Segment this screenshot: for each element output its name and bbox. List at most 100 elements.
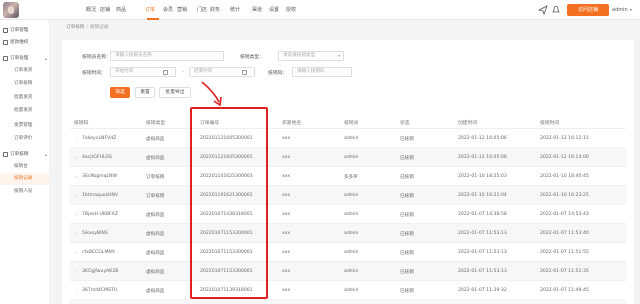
nav-item[interactable]: 门店 bbox=[197, 6, 207, 13]
visit-store-button[interactable]: 访问店铺 bbox=[567, 4, 609, 16]
sidebar-item[interactable]: 订单管理 bbox=[0, 25, 50, 37]
nav-item[interactable]: 财务 bbox=[210, 6, 220, 13]
table-cell: xxx bbox=[282, 269, 291, 274]
table-cell: 虚拟商品 bbox=[146, 232, 165, 237]
table-cell: xxx bbox=[282, 155, 291, 160]
process-icon bbox=[3, 56, 8, 61]
top-navigation-bar: 概况 店铺 商品 订单 会员 营销 门店 财务 统计 渠道 设置 授权 访问店铺 admin ▾ bbox=[0, 0, 640, 20]
expand-row-icon[interactable]: › bbox=[76, 231, 78, 236]
table-row[interactable]: › 4acjtGFHLOS 虚拟商品 202201121605300001 xxx adm… bbox=[70, 148, 626, 167]
table-row[interactable]: › 367ctd4CMSTU 虚拟商品 202201071139318001 xxx ad… bbox=[70, 281, 626, 300]
breadcrumb-separator: / bbox=[86, 25, 88, 30]
nav-item[interactable]: 概况 bbox=[86, 6, 96, 13]
nav-item[interactable]: 商品 bbox=[116, 6, 126, 13]
table-cell: 2022-01-07 11:53:13 bbox=[458, 250, 507, 255]
sidebar-item-label: 订单处理 bbox=[10, 56, 29, 61]
table-cell: 2022-01-07 11:53:13 bbox=[458, 269, 507, 274]
table-row[interactable]: › cfxBCCGLMNV 虚拟商品 202201071153300001 xxx adm… bbox=[70, 243, 626, 262]
table-cell: 2022-01-07 11:51:35 bbox=[540, 269, 589, 274]
expand-row-icon[interactable]: › bbox=[76, 269, 78, 274]
table-cell: 7BjezH UKBFXZ bbox=[82, 212, 118, 217]
table-cell: xxx bbox=[282, 288, 291, 293]
sidebar-item[interactable]: 订单核销 bbox=[0, 78, 50, 90]
sidebar-item-label: 订单核销 bbox=[10, 152, 29, 157]
expand-row-icon[interactable]: › bbox=[76, 288, 78, 293]
breadcrumb-parent[interactable]: 订单核销 bbox=[66, 25, 84, 30]
sidebar-item-label: 发票管理 bbox=[14, 123, 33, 128]
table-cell: 已核销 bbox=[400, 137, 414, 142]
sidebar-item[interactable]: 批量发货 bbox=[0, 92, 50, 104]
nav-item[interactable]: 统计 bbox=[230, 6, 240, 13]
calendar-icon bbox=[163, 70, 168, 75]
sidebar-item[interactable]: 订单核销 ▴ bbox=[0, 149, 50, 161]
table-row[interactable]: › 7akoyvLNFVdZ 虚拟商品 202201121605300001 xxx ad… bbox=[70, 129, 626, 148]
table-row[interactable]: › 7BjezH UKBFXZ 虚拟商品 202201071438318001 xxx a… bbox=[70, 205, 626, 224]
user-menu[interactable]: admin bbox=[612, 7, 628, 13]
chevron-down-icon: ▾ bbox=[630, 7, 633, 12]
verifier-name-input[interactable]: 请输入核销员名称 bbox=[110, 51, 224, 61]
sidebar-item-label: 订单核销 bbox=[14, 81, 33, 86]
sidebar-item[interactable]: 发票管理 bbox=[0, 120, 50, 132]
sidebar-item[interactable]: 核销台 bbox=[0, 161, 50, 173]
table-row[interactable]: ›256defuZBFJS虚拟商品202201071139318001xxxad… bbox=[70, 300, 626, 304]
sidebar-item[interactable]: 订单评价 bbox=[0, 133, 50, 145]
table-cell: admin bbox=[344, 136, 359, 141]
filter-button[interactable]: 筛选 bbox=[110, 87, 130, 98]
nav-item[interactable]: 会员 bbox=[163, 6, 173, 13]
start-time-input[interactable]: 开始时间 bbox=[110, 67, 176, 77]
sidebar-item[interactable]: 核销记录 bbox=[0, 173, 50, 185]
send-icon[interactable] bbox=[538, 5, 548, 15]
table-cell: 订单核销 bbox=[146, 194, 165, 199]
table-cell: admin bbox=[344, 231, 359, 236]
table-row[interactable]: › 3Sc9bgmqLNW 订单核销 202201101625300003 xxx 多多罗… bbox=[70, 167, 626, 186]
nav-item[interactable]: 设置 bbox=[269, 6, 279, 13]
nav-item[interactable]: 授权 bbox=[286, 6, 296, 13]
sidebar-item[interactable]: 订单发货 bbox=[0, 65, 50, 77]
table-cell: 2022-01-07 11:53:40 bbox=[540, 231, 589, 236]
expand-row-icon[interactable]: › bbox=[76, 250, 78, 255]
nav-item[interactable]: 营销 bbox=[177, 6, 187, 13]
expand-row-icon[interactable]: › bbox=[76, 193, 78, 198]
table-row[interactable]: › 1btmaquozHNV 订单核销 202201101621300001 xxx ad… bbox=[70, 186, 626, 205]
nav-item[interactable]: 订单 bbox=[145, 6, 155, 13]
notification-icon[interactable] bbox=[551, 5, 561, 15]
table-cell: 2022-01-12 16:14:00 bbox=[540, 155, 589, 160]
batch-export-button[interactable]: 批量导出 bbox=[159, 87, 191, 98]
table-row[interactable]: › 5ikxoyBlNS 虚拟商品 202201071153300001 xxx admi… bbox=[70, 224, 626, 243]
column-header: 核销时间 bbox=[540, 121, 560, 126]
expand-row-icon[interactable]: › bbox=[76, 155, 78, 160]
calendar-icon bbox=[242, 70, 247, 75]
sidebar-item[interactable]: 退款维权 bbox=[0, 37, 50, 49]
chevron-up-icon: ▴ bbox=[44, 152, 47, 157]
sidebar-item[interactable]: 批量发货 bbox=[0, 105, 50, 117]
breadcrumb-current: 核销记录 bbox=[89, 25, 109, 30]
store-logo[interactable] bbox=[3, 2, 19, 18]
expand-row-icon[interactable]: › bbox=[76, 212, 78, 217]
verify-type-select[interactable]: 请选择核销类型 ▾ bbox=[278, 51, 344, 61]
expand-row-icon[interactable]: › bbox=[76, 136, 78, 141]
reset-button[interactable]: 重置 bbox=[135, 87, 155, 98]
nav-item[interactable]: 店铺 bbox=[100, 6, 110, 13]
sidebar-item[interactable]: 核销人员 bbox=[0, 186, 50, 198]
table-cell: 367ctd4CMSTU bbox=[82, 288, 118, 293]
sidebar-item-label: 退款维权 bbox=[10, 40, 29, 45]
table-cell: xxx bbox=[282, 174, 291, 179]
table-cell: 2022-01-07 11:49:45 bbox=[540, 288, 589, 293]
table-cell: xxx bbox=[282, 136, 291, 141]
table-header: 核销码 核销类型 订单编号 买家姓名 核销员 状态 创建时间 核销时间 bbox=[70, 115, 626, 129]
verify-code-input[interactable]: 请输入核销码 bbox=[292, 67, 352, 77]
table-cell: 已核销 bbox=[400, 213, 414, 218]
end-time-input[interactable]: 结束时间 bbox=[189, 67, 255, 77]
nav-item[interactable]: 渠道 bbox=[252, 6, 262, 13]
table-cell: 2022-01-12 16:12:15 bbox=[540, 136, 589, 141]
table-cell: 2022-01-10 18:40:45 bbox=[540, 174, 589, 179]
verify-code-label: 核销码： bbox=[268, 71, 288, 76]
verify-time-label: 核销时间： bbox=[82, 71, 106, 76]
table-cell: 已核销 bbox=[400, 251, 414, 256]
sidebar-item[interactable]: 订单处理 ▴ bbox=[0, 53, 50, 65]
column-header: 核销码 bbox=[74, 121, 89, 126]
expand-row-icon[interactable]: › bbox=[76, 174, 78, 179]
column-header: 核销类型 bbox=[146, 121, 166, 126]
table-cell: xxx bbox=[282, 193, 291, 198]
table-row[interactable]: › 36CgjfwuyAK2B 虚拟商品 202201071153300001 xxx a… bbox=[70, 262, 626, 281]
